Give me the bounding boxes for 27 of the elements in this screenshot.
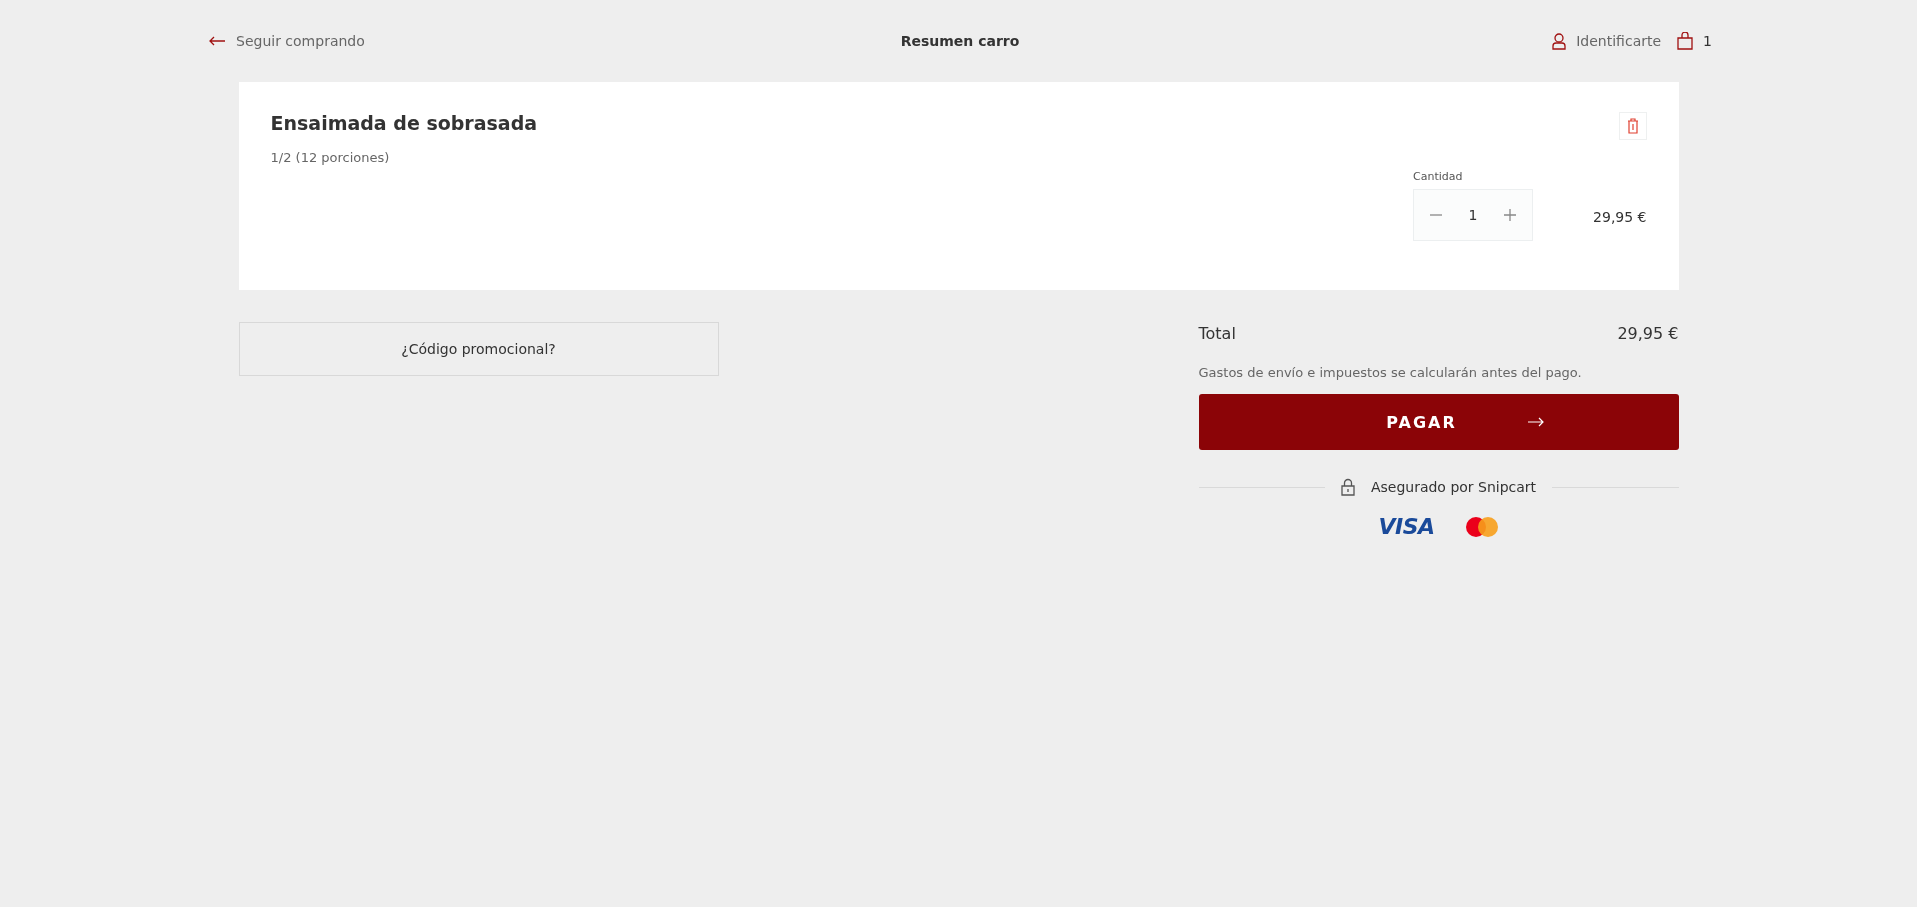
arrow-right-icon [1526, 417, 1545, 427]
secured-text: Asegurado por Snipcart [1370, 479, 1537, 495]
item-price: 29,95 € [1593, 209, 1647, 225]
lock-icon [1340, 478, 1355, 496]
page-title: Resumen carro [900, 33, 1020, 49]
item-variant: 1/2 (12 porciones) [270, 150, 391, 165]
quantity-stepper[interactable]: 1 [1413, 189, 1534, 241]
shopping-bag-icon [1677, 32, 1694, 50]
quantity-value: 1 [1468, 207, 1478, 223]
total-value: 29,95 € [1617, 324, 1679, 343]
delete-button[interactable] [1618, 112, 1647, 140]
shipping-note: Gastos de envío e impuestos se calcularán antes del pago. [1198, 365, 1583, 380]
mastercard-logo [1464, 515, 1499, 538]
item-name: Ensaimada de sobrasada [270, 112, 538, 134]
visa-logo: VISA [1378, 514, 1435, 539]
trash-icon [1626, 118, 1639, 134]
arrow-left-icon [208, 36, 226, 46]
user-icon [1552, 32, 1567, 50]
pay-button[interactable]: PAGAR [1198, 394, 1679, 450]
cart-link[interactable]: 1 [1677, 32, 1712, 50]
total-label: Total [1198, 324, 1236, 343]
minus-icon [1430, 214, 1443, 216]
back-link[interactable]: Seguir comprando [208, 33, 365, 49]
quantity-label: Cantidad [1413, 170, 1464, 183]
plus-icon [1503, 209, 1516, 221]
login-link[interactable]: Identificarte [1552, 32, 1662, 50]
promo-code-button[interactable]: ¿Código promocional? [238, 322, 719, 376]
